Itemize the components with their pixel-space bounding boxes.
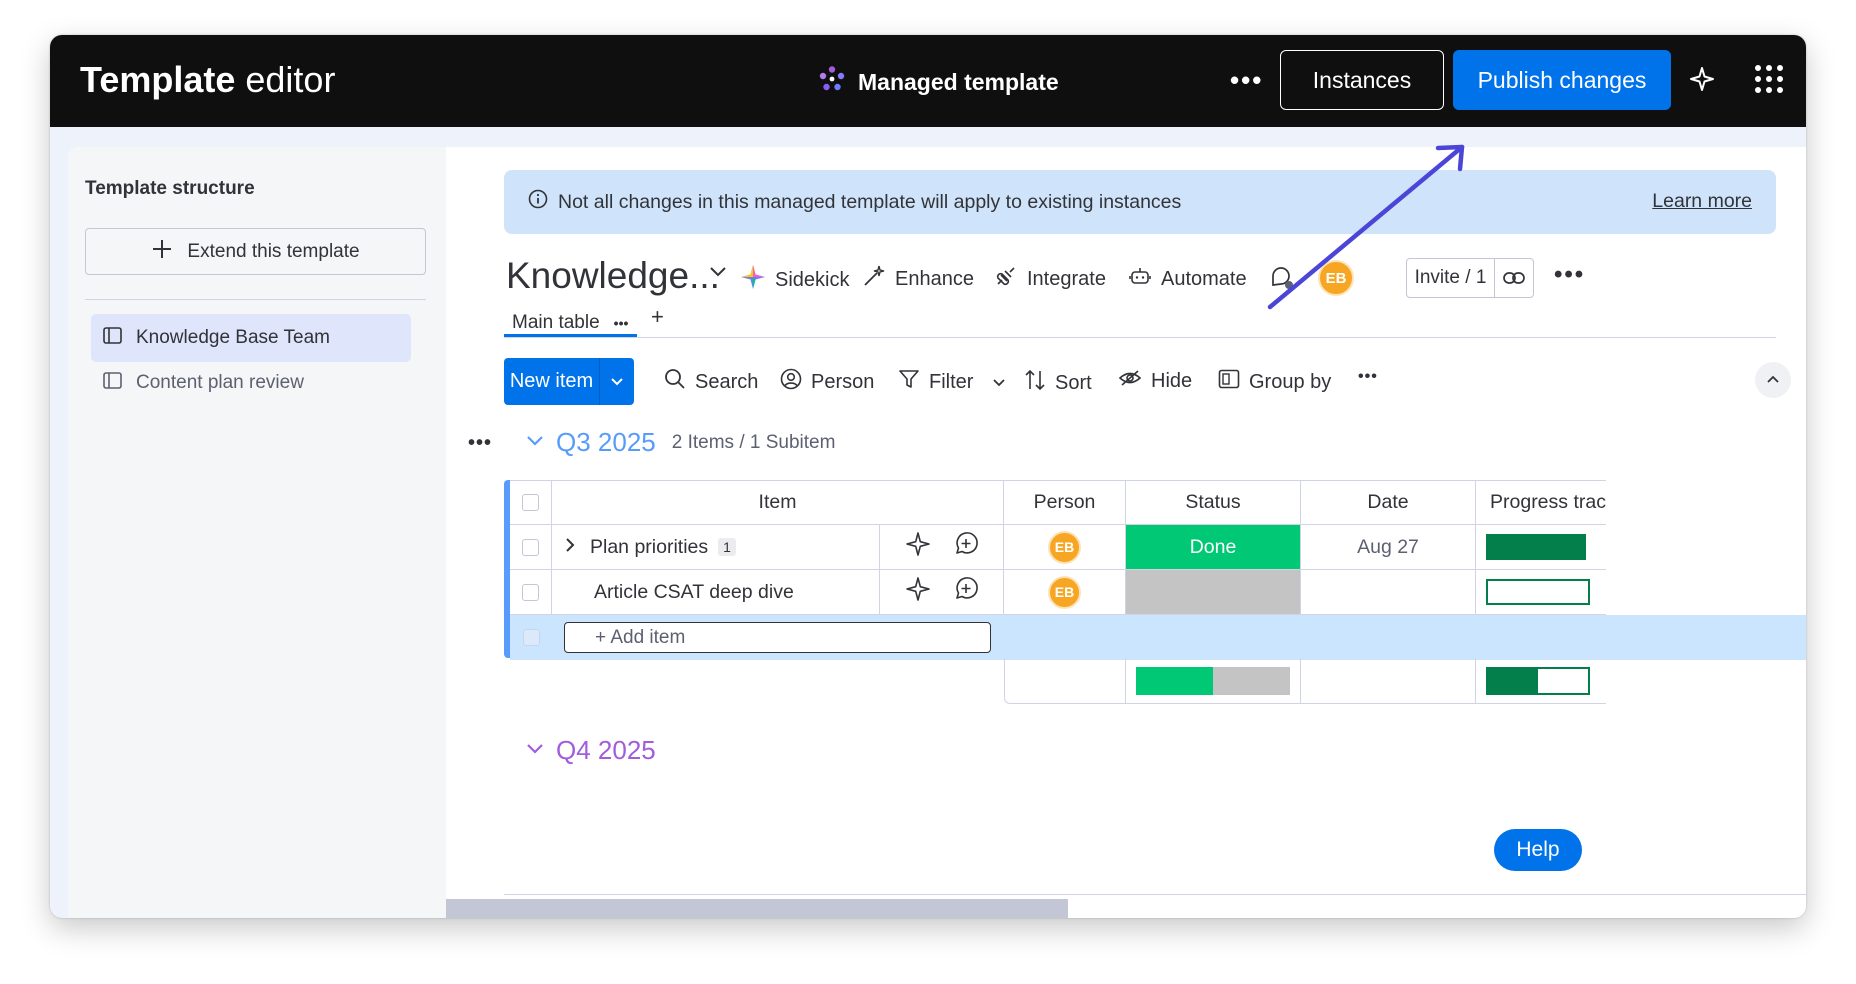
template-editor-window: Template editor Managed template ••• Ins… (50, 35, 1806, 918)
annotation-arrow-icon (1267, 144, 1465, 310)
